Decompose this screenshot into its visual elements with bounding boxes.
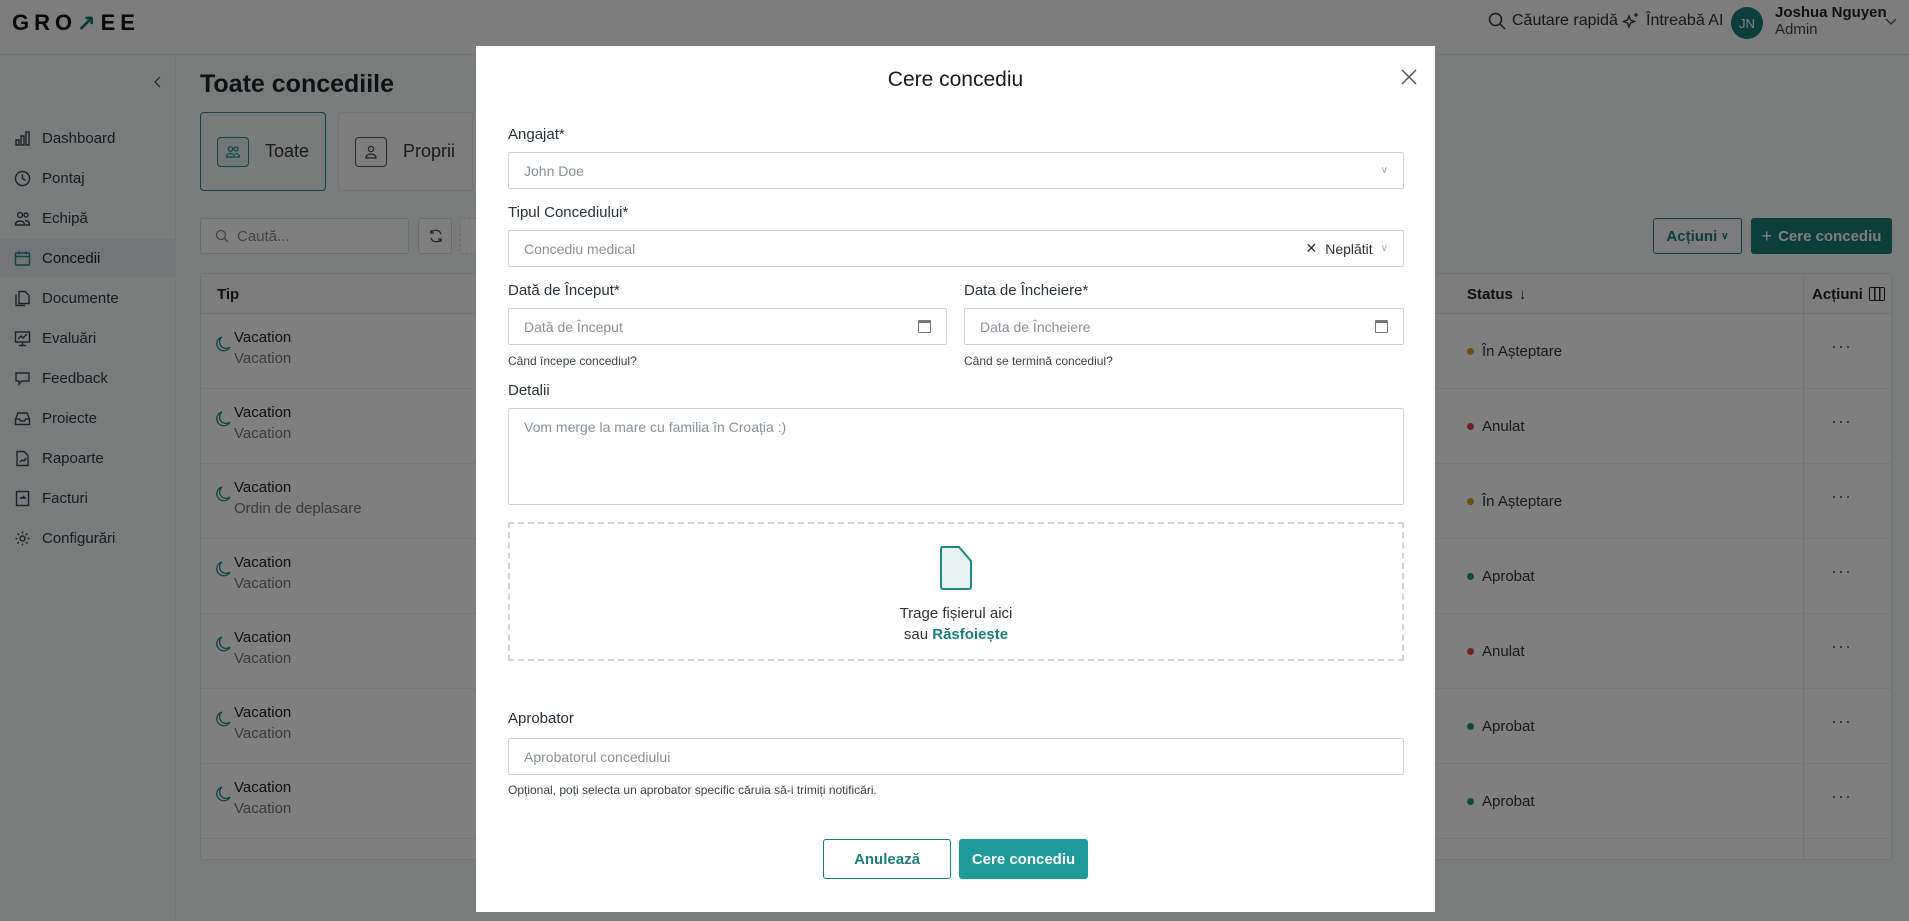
start-date-help: Când începe concediul?	[508, 354, 637, 368]
request-leave-modal: Cere concediu Angajat* John Doe ∨ Tipul C…	[476, 46, 1435, 912]
approver-input[interactable]: Aprobatorul concediului	[508, 738, 1404, 775]
chevron-down-icon: ∨	[1380, 165, 1388, 176]
calendar-icon[interactable]	[1375, 320, 1388, 333]
file-dropzone[interactable]: Trage fișierul aici sau Răsfoiește	[508, 522, 1404, 661]
clear-icon[interactable]: ✕	[1305, 240, 1317, 257]
end-date-label: Data de Încheiere*	[964, 282, 1089, 299]
browse-link[interactable]: Răsfoiește	[932, 626, 1008, 643]
details-textarea[interactable]: Vom merge la mare cu familia în Croația …	[508, 408, 1404, 505]
submit-button[interactable]: Cere concediu	[959, 839, 1088, 879]
employee-label: Angajat*	[508, 126, 565, 143]
leave-type-tag: Neplătit	[1325, 240, 1373, 257]
start-date-label: Dată de Început*	[508, 282, 620, 299]
details-label: Detalii	[508, 382, 550, 399]
start-date-input[interactable]: Dată de Început	[508, 308, 947, 345]
end-date-input[interactable]: Data de Încheiere	[964, 308, 1404, 345]
leave-type-select[interactable]: Concediu medical ✕ Neplătit ∨	[508, 230, 1404, 267]
end-date-help: Când se termină concediul?	[964, 354, 1113, 368]
close-icon[interactable]	[1398, 66, 1420, 88]
calendar-icon[interactable]	[918, 320, 931, 333]
cancel-button[interactable]: Anulează	[823, 839, 951, 879]
modal-title: Cere concediu	[887, 68, 1024, 91]
file-icon	[940, 546, 972, 590]
chevron-down-icon: ∨	[1380, 243, 1388, 254]
approver-label: Aprobator	[508, 710, 574, 727]
approver-help: Opțional, poți selecta un aprobator spec…	[508, 783, 877, 797]
employee-select[interactable]: John Doe ∨	[508, 152, 1404, 189]
drop-text: Trage fișierul aici	[899, 605, 1013, 622]
leave-type-label: Tipul Concediului*	[508, 204, 629, 221]
